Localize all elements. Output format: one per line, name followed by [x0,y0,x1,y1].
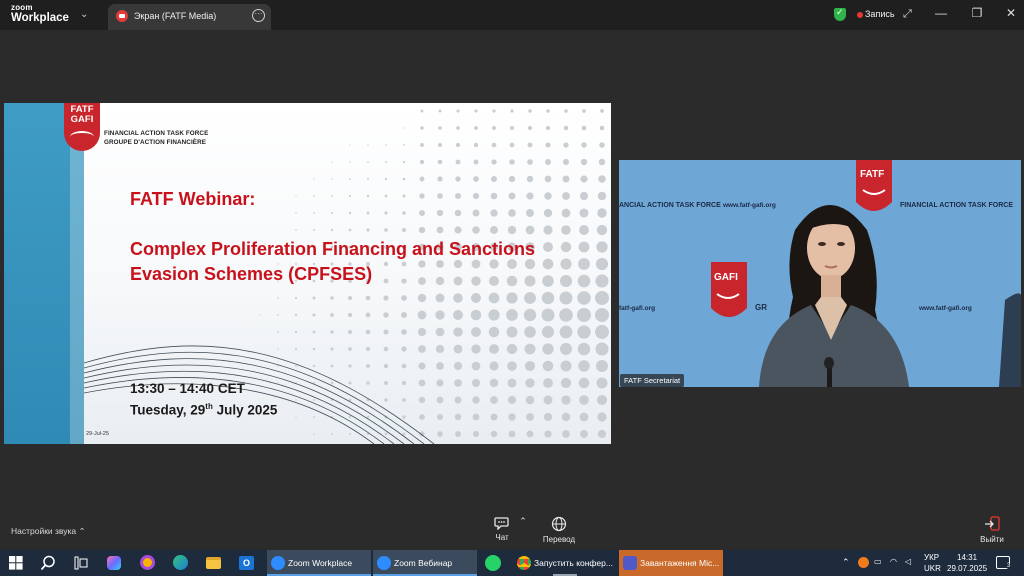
chat-icon [494,517,509,530]
logo-swoosh [70,131,94,143]
restore-button[interactable]: ❐ [969,6,985,20]
backdrop-url-left: fatf-gafi.org [619,305,655,312]
date-suffix: July 2025 [212,402,278,418]
slide-subtitle: Complex Proliferation Financing and Sanc… [130,239,536,284]
tray-app-icon[interactable] [858,557,869,568]
zoom-workplace-logo[interactable]: zoom Workplace [11,4,69,25]
edge-icon[interactable] [173,555,188,570]
taskbar-app-zoom-webinar[interactable]: Zoom Вебинар [373,550,477,576]
recording-label[interactable]: Запись [865,9,895,19]
minimize-button[interactable]: — [933,6,949,20]
taskbar-app-chrome[interactable]: Запустить конфер... [513,550,617,576]
taskbar-app-zoom-workplace[interactable]: Zoom Workplace [267,550,371,576]
taskbar-app-label: Zoom Вебинар [394,558,453,568]
leave-label: Выйти [980,535,1004,544]
taskbar-app-label: Запустить конфер... [534,558,613,568]
shared-screen: FATF GAFI FINANCIAL ACTION TASK FORCE GR… [4,103,611,444]
video-frame: ANCIAL ACTION TASK FORCE www.fatf-gafi.o… [619,160,1021,387]
chevron-up-icon[interactable]: ⌃ [79,526,86,536]
tray-expand-icon[interactable]: ⌃ [842,557,850,568]
brand-bottom: Workplace [11,12,69,24]
backdrop-org-left: ANCIAL ACTION TASK FORCE [619,202,721,209]
fatf-logo: FATF GAFI [64,103,100,151]
language-bottom[interactable]: UKR [924,564,941,573]
chat-button[interactable]: Чат [490,516,514,542]
language-top[interactable]: УКР [924,553,939,562]
chat-options-chevron-icon[interactable]: ⌃ [518,516,528,527]
backdrop-logo-top: FATF [860,169,884,180]
leave-icon [985,516,1000,531]
chat-label: Чат [495,533,509,542]
audio-settings-label: Настройки звука [11,526,77,536]
meeting-tab[interactable]: Экран (FATF Media) ··· [108,4,271,30]
taskbar-app-label: Zoom Workplace [288,558,353,568]
title-bar: zoom Workplace ⌄ Экран (FATF Media) ··· … [0,0,1024,30]
volume-icon[interactable]: ◁ [905,557,911,566]
task-view-icon[interactable] [74,556,88,576]
outlook-icon[interactable]: O [239,556,254,570]
notification-count: 3 [1006,563,1012,569]
copilot-icon[interactable] [107,556,121,570]
audio-settings-button[interactable]: Настройки звука ⌃ [11,526,86,537]
date-prefix: Tuesday, 29 [130,402,206,418]
clock-date[interactable]: 29.07.2025 [947,564,987,573]
clock-time[interactable]: 14:31 [957,553,977,562]
webinar-date: Tuesday, 29th July 2025 [130,402,277,418]
windows-start-icon[interactable] [9,556,23,576]
recording-dot-icon [857,12,863,18]
zoom-icon [377,556,391,570]
close-button[interactable]: ✕ [1003,6,1019,20]
slide-footer-date: 29-Jul-25 [86,431,109,437]
participant-video[interactable]: ANCIAL ACTION TASK FORCE www.fatf-gafi.o… [619,160,1021,387]
battery-icon[interactable]: ▭ [874,557,882,566]
windows-taskbar: O Zoom Workplace Zoom Вебинар Запустить … [0,550,1024,576]
browser-icon[interactable] [140,555,155,570]
backdrop-logo-left: GAFI [714,272,738,283]
chevron-down-icon[interactable]: ⌄ [80,9,88,20]
encryption-shield-icon[interactable] [834,7,846,21]
participant-name-tag: FATF Secretariat [620,374,685,387]
backdrop-org-right: FINANCIAL ACTION TASK FORCE [900,202,1013,209]
fullscreen-icon[interactable]: ⤢ [903,8,912,21]
file-explorer-icon[interactable] [206,557,221,569]
slide-heading: FATF Webinar: [130,189,256,209]
logo-line2: GAFI [70,114,94,125]
teams-icon [623,556,637,570]
wifi-icon[interactable]: ◠ [890,557,897,566]
webinar-time: 13:30 – 14:40 CET [130,381,245,396]
zoom-icon [271,556,285,570]
leave-button[interactable]: Выйти [977,516,1007,544]
translate-button[interactable]: Перевод [540,516,578,544]
taskbar-app-label: Завантаження Mic... [640,558,720,568]
date-suffix-sup: th [205,402,213,411]
org-name-french: GROUPE D'ACTION FINANCIÈRE [104,139,207,146]
backdrop-gr-text: GR [755,303,767,312]
backdrop-url-right: www.fatf-gafi.org [918,305,972,312]
org-name-english: FINANCIAL ACTION TASK FORCE [104,130,209,137]
globe-icon [551,516,567,532]
backdrop-url-top: www.fatf-gafi.org [722,202,776,209]
brand-top: zoom [11,3,33,12]
screen-share-icon [116,10,128,22]
translate-label: Перевод [542,535,576,544]
taskbar-app-teams[interactable]: Завантаження Mic... [619,550,723,576]
more-options-icon[interactable]: ··· [252,9,265,22]
chrome-icon [517,556,531,570]
whatsapp-icon[interactable] [485,555,501,571]
search-icon[interactable] [40,555,56,576]
tab-title: Экран (FATF Media) [134,11,217,21]
